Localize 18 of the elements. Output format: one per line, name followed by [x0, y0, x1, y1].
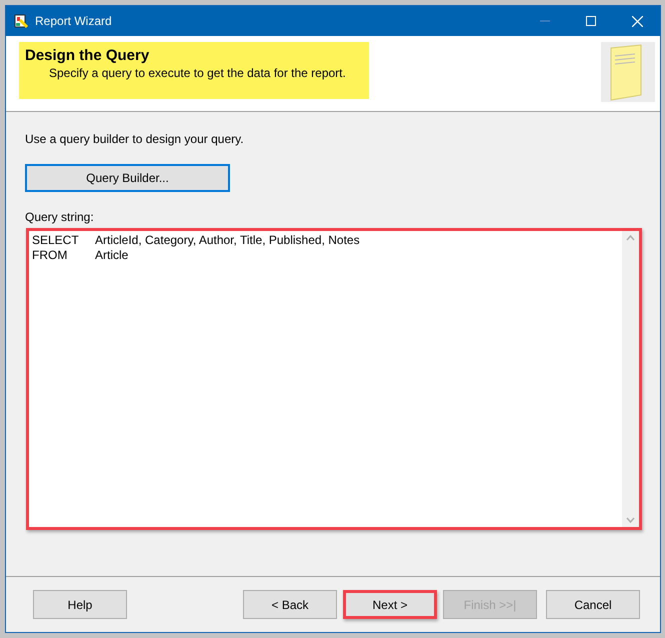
page-title: Design the Query	[25, 47, 150, 64]
page-subtitle: Specify a query to execute to get the data for the report.	[48, 66, 347, 80]
dialog-button[interactable]: Help	[33, 590, 127, 619]
dialog-button[interactable]: Next >	[343, 590, 437, 619]
dialog-button[interactable]: Cancel	[546, 590, 640, 619]
close-icon	[632, 16, 642, 26]
document-icon	[601, 42, 655, 102]
query-field[interactable]: SELECT ArticleId, Category, Author, Title, Published, Notes FROM Article	[26, 228, 642, 530]
instruction-text: Use a query builder to design your query.	[25, 132, 245, 146]
scrollbar[interactable]	[622, 231, 639, 527]
app-icon	[14, 14, 28, 28]
scroll-down-icon[interactable]	[626, 517, 635, 523]
scroll-up-icon[interactable]	[626, 235, 635, 241]
maximize-icon	[586, 16, 596, 26]
query-builder-button[interactable]: Query Builder...	[25, 164, 230, 192]
dialog-button[interactable]: < Back	[243, 590, 337, 619]
query-label: Query string:	[25, 210, 95, 224]
window-title: Report Wizard	[35, 14, 113, 28]
